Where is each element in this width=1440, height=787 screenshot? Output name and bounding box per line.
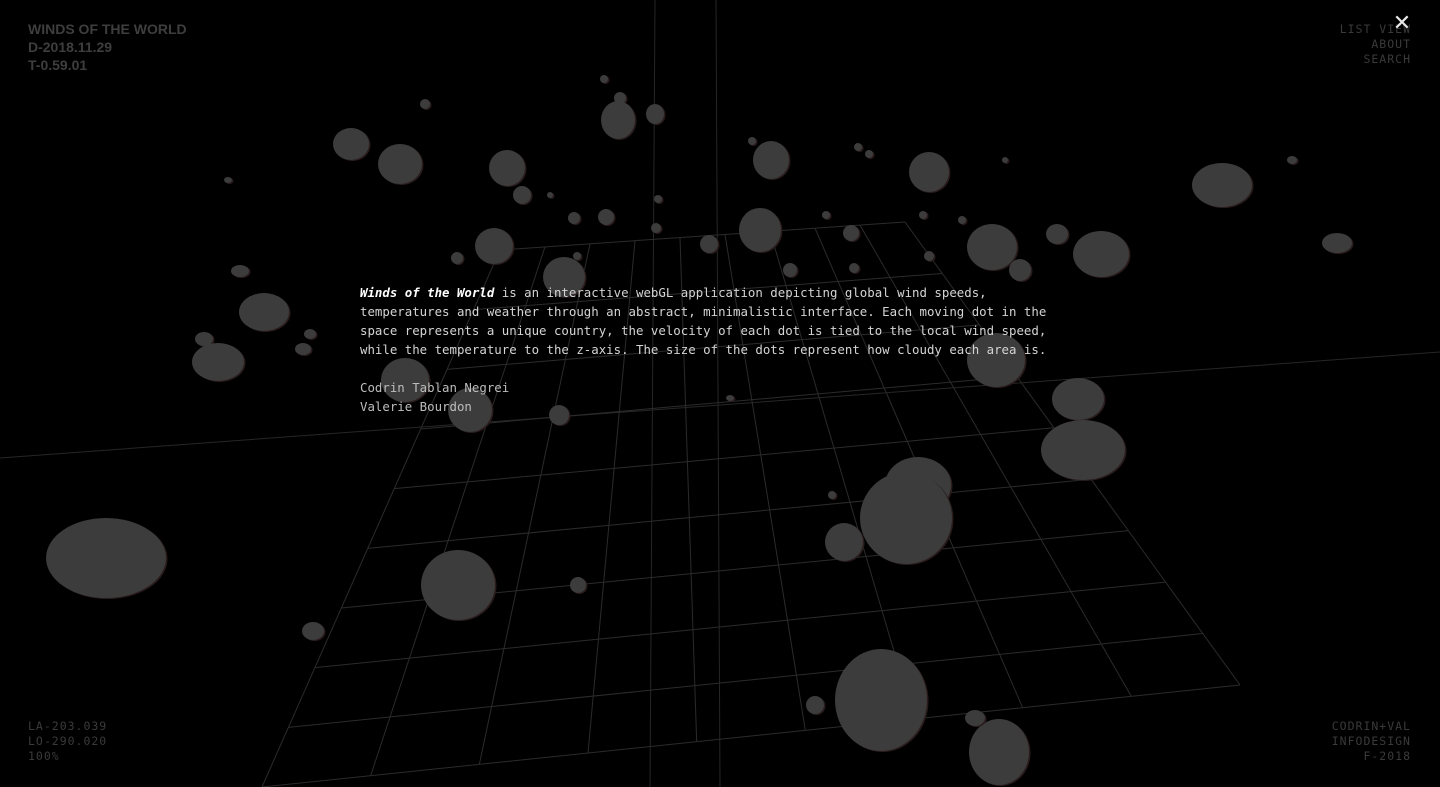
close-icon: ✕ [1392,11,1412,36]
country-dot[interactable] [865,150,873,158]
date-readout: D-2018.11.29 [28,39,113,55]
nav-search[interactable]: SEARCH [1340,52,1411,67]
about-lead-title: Winds of the World [360,285,495,300]
country-dot[interactable] [748,137,756,145]
country-dot[interactable] [420,99,430,109]
country-dot[interactable] [333,128,369,160]
country-dot[interactable] [825,523,863,561]
country-dot[interactable] [919,211,927,219]
country-dot[interactable] [1073,231,1129,277]
country-dot[interactable] [295,343,311,355]
country-dot[interactable] [783,263,797,277]
country-dot[interactable] [700,235,718,253]
country-dot[interactable] [854,143,862,151]
credits-line: INFODESIGN [1331,734,1411,748]
country-dot[interactable] [513,186,531,204]
time-readout: T-0.59.01 [28,57,88,73]
country-dot[interactable] [739,208,781,252]
country-dot[interactable] [849,263,859,273]
zoom-readout: 100% [28,749,60,763]
country-dot[interactable] [753,141,789,179]
country-dot[interactable] [570,577,586,593]
country-dot[interactable] [835,649,927,751]
country-dot[interactable] [489,150,525,186]
country-dot[interactable] [806,696,824,714]
country-dot[interactable] [1002,157,1008,163]
country-dot[interactable] [828,491,836,499]
country-dot[interactable] [1009,259,1031,281]
app-title-block: WINDS OF THE WORLD D-2018.11.29 T-0.59.0… [28,20,187,74]
country-dot[interactable] [601,101,635,139]
country-dot[interactable] [843,225,859,241]
country-dots [46,75,1354,786]
country-dot[interactable] [924,251,934,261]
country-dot[interactable] [378,144,422,184]
country-dot[interactable] [969,719,1029,785]
country-dot[interactable] [224,177,232,183]
country-dot[interactable] [304,329,316,339]
about-panel: Winds of the World is an interactive web… [360,283,1080,416]
country-dot[interactable] [1322,233,1352,253]
country-dot[interactable] [568,212,580,224]
author-name: Codrin Tablan Negrei [360,380,510,395]
close-button[interactable]: ✕ [1390,12,1414,36]
country-dot[interactable] [231,265,249,277]
country-dot[interactable] [646,104,664,124]
country-dot[interactable] [421,550,495,620]
country-dot[interactable] [860,472,952,564]
author-name: Valerie Bourdon [360,399,472,414]
about-description: Winds of the World is an interactive web… [360,283,1080,359]
country-dot[interactable] [1046,224,1068,244]
app-title: WINDS OF THE WORLD [28,21,187,37]
country-dot[interactable] [1192,163,1252,207]
country-dot[interactable] [958,216,966,224]
country-dot[interactable] [573,252,581,260]
latitude-readout: LA-203.039 [28,719,108,733]
camera-coordinates: LA-203.039 LO-290.020 100% [28,719,107,764]
country-dot[interactable] [965,710,985,726]
about-authors: Codrin Tablan Negrei Valerie Bourdon [360,378,1080,416]
country-dot[interactable] [651,223,661,233]
country-dot[interactable] [598,209,614,225]
country-dot[interactable] [46,518,166,598]
credits-line: CODRIN+VAL [1331,719,1411,733]
country-dot[interactable] [1287,156,1297,164]
country-dot[interactable] [600,75,608,83]
country-dot[interactable] [475,228,513,264]
credits-line: F-2018 [1363,749,1411,763]
country-dot[interactable] [654,195,662,203]
country-dot[interactable] [239,293,289,331]
country-dot[interactable] [547,192,553,198]
country-dot[interactable] [192,343,244,381]
country-dot[interactable] [909,152,949,192]
country-dot[interactable] [1041,420,1125,480]
country-dot[interactable] [967,224,1017,270]
credits-block: CODRIN+VAL INFODESIGN F-2018 [1332,719,1411,764]
country-dot[interactable] [451,252,463,264]
country-dot[interactable] [302,622,324,640]
longitude-readout: LO-290.020 [28,734,108,748]
country-dot[interactable] [822,211,830,219]
nav-about[interactable]: ABOUT [1340,37,1411,52]
